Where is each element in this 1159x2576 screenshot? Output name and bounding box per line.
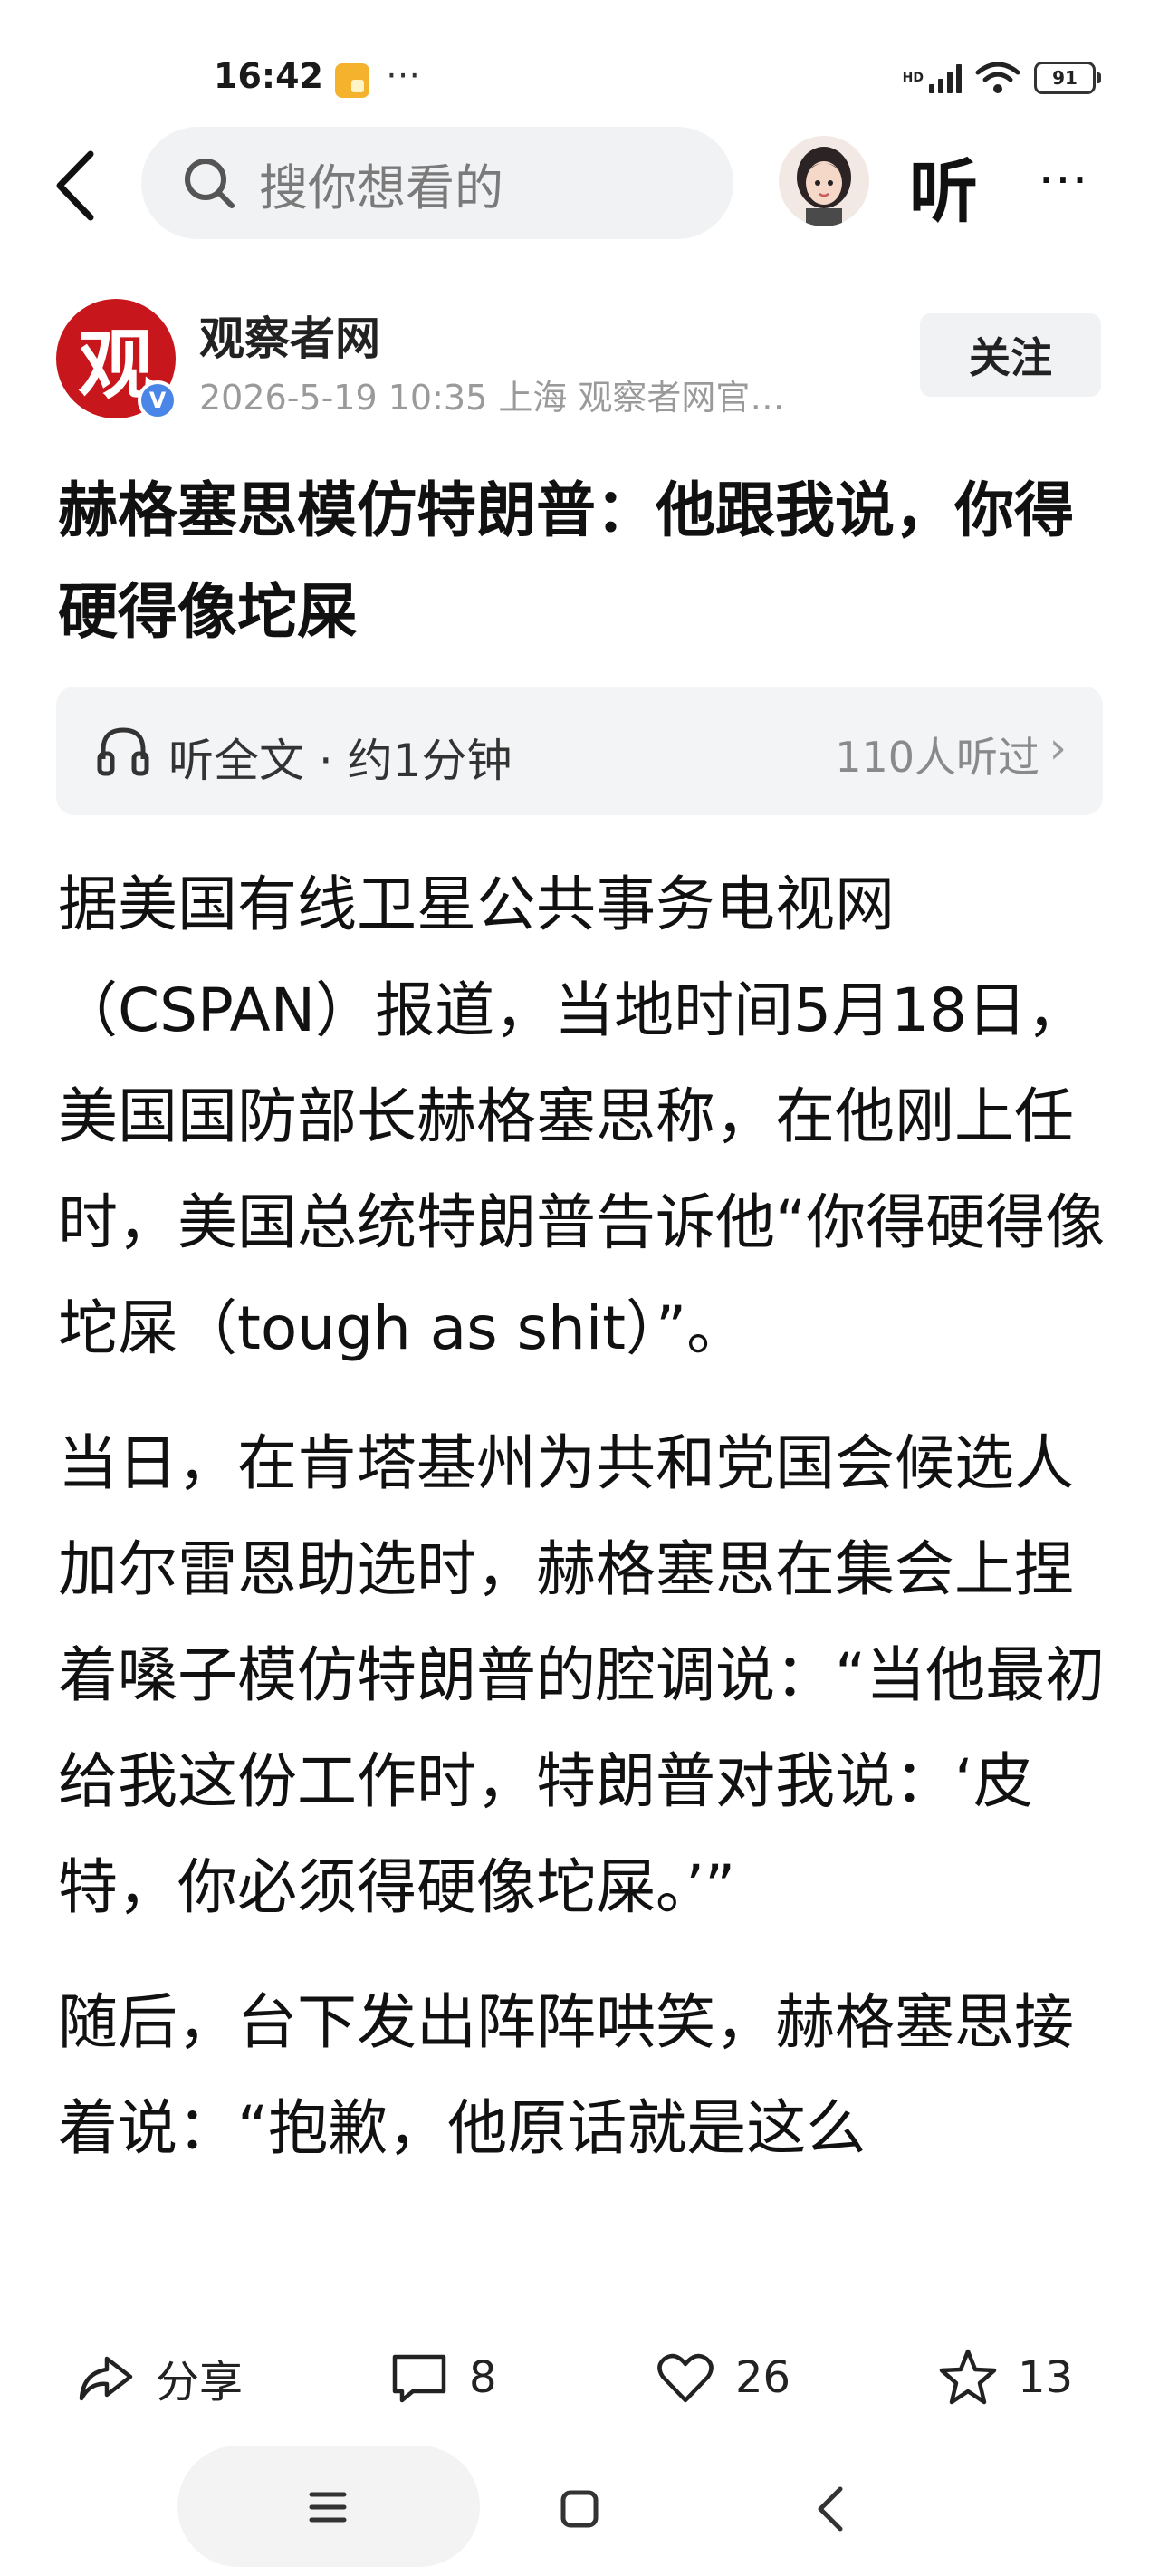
status-time: 16:42: [214, 56, 323, 96]
search-bar[interactable]: 搜你想看的: [141, 127, 733, 239]
comment-button[interactable]: 8: [388, 2346, 497, 2409]
status-indicators: HD 91: [902, 60, 1101, 96]
more-notifications-icon: ⋯: [386, 54, 422, 94]
favorite-button[interactable]: 13: [936, 2346, 1073, 2409]
verified-badge-icon: V: [138, 380, 177, 420]
article-paragraph: 随后，台下发出阵阵哄笑，赫格塞思接着说：“抱歉，他原话就是这么: [58, 1987, 1074, 2163]
user-avatar[interactable]: [779, 136, 869, 226]
chevron-right-icon: ›: [1049, 723, 1067, 774]
listen-count: 110人听过: [835, 733, 1039, 782]
star-icon: [939, 2349, 997, 2405]
heart-icon: [657, 2353, 714, 2403]
listen-label: 听全文 · 约1分钟: [168, 735, 512, 787]
favorite-count: 13: [1018, 2352, 1074, 2403]
author-name[interactable]: 观察者网: [199, 303, 380, 368]
home-icon[interactable]: [560, 2489, 599, 2529]
share-button[interactable]: 分享: [74, 2346, 243, 2409]
action-bar: 分享 8 26 13: [0, 2310, 1159, 2446]
article-title: 赫格塞思模仿特朗普：他跟我说，你得硬得像坨屎: [58, 476, 1074, 647]
article-body: 据美国有线卫星公共事务电视网（CSPAN）报道，当地时间5月18日，美国国防部长…: [58, 851, 1108, 2306]
wifi-icon: [975, 62, 1020, 93]
article-paragraph: 据美国有线卫星公共事务电视网（CSPAN）报道，当地时间5月18日，美国国防部长…: [58, 870, 1106, 1363]
back-icon[interactable]: [813, 2484, 849, 2534]
more-options-icon[interactable]: ⋯: [1038, 154, 1092, 205]
like-button[interactable]: 26: [654, 2346, 790, 2409]
headphones-icon: [97, 727, 149, 776]
status-bar: 16:42 ⋯ HD 91: [0, 0, 1159, 145]
like-count: 26: [735, 2352, 791, 2403]
listen-full-text-bar[interactable]: 听全文 · 约1分钟 110人听过 ›: [56, 687, 1103, 815]
listen-button[interactable]: 听: [909, 136, 978, 235]
share-label: 分享: [156, 2357, 244, 2408]
search-icon: [185, 159, 235, 208]
article-paragraph: 当日，在肯塔基州为共和党国会候选人加尔雷恩助选时，赫格塞思在集会上捏着嗓子模仿特…: [58, 1428, 1106, 1922]
comment-icon: [392, 2354, 446, 2403]
notes-app-icon: [335, 63, 369, 98]
menu-icon[interactable]: [308, 2487, 348, 2527]
comment-count: 8: [469, 2352, 497, 2403]
post-meta: 2026-5-19 10:35 上海 观察者网官…: [199, 378, 785, 418]
back-arrow-icon[interactable]: [47, 145, 101, 226]
avatar-illustration: [797, 147, 851, 226]
share-icon: [79, 2356, 133, 2401]
follow-button[interactable]: 关注: [920, 313, 1101, 397]
battery-icon: 91: [1034, 62, 1101, 94]
hd-label: HD: [902, 71, 924, 85]
search-placeholder: 搜你想看的: [259, 159, 503, 216]
signal-icon: [929, 62, 962, 93]
